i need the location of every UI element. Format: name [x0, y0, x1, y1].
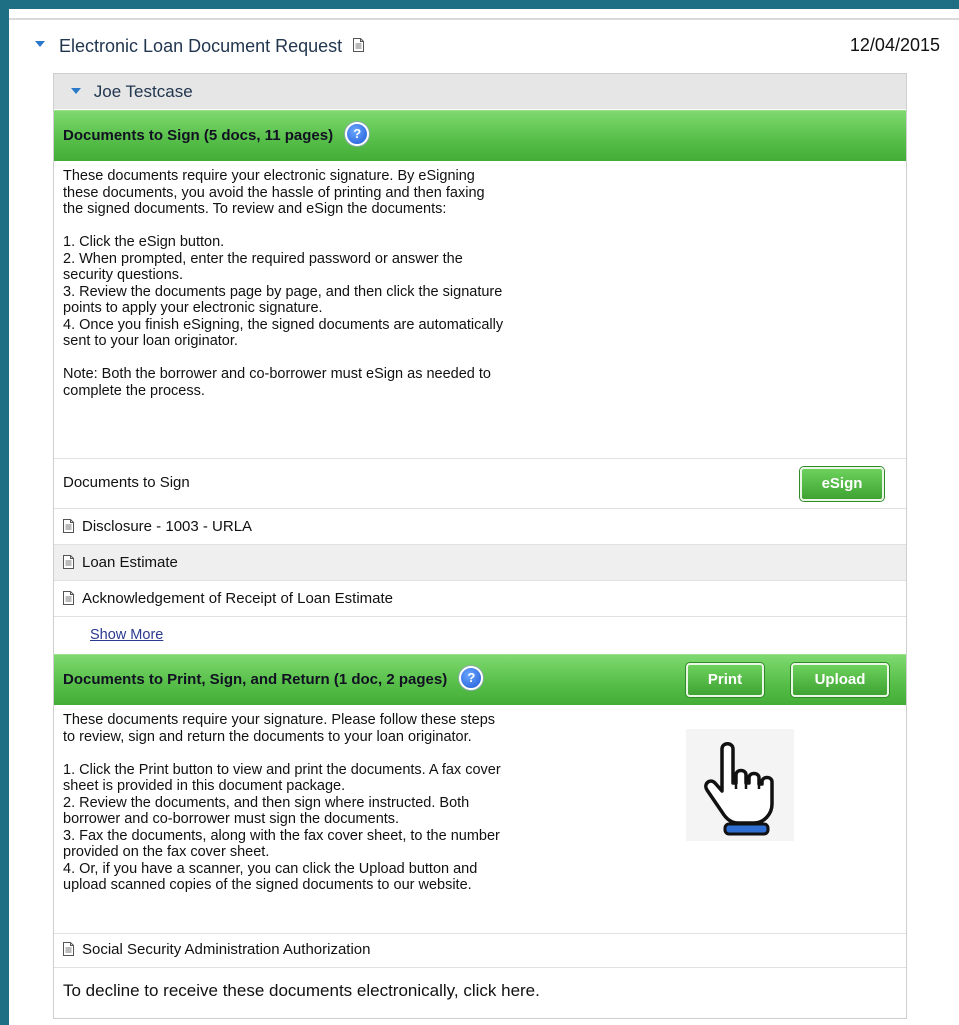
decline-row: To decline to receive these documents el… [54, 967, 906, 1018]
request-date: 12/04/2015 [849, 35, 940, 55]
document-name[interactable]: Social Security Administration Authoriza… [82, 941, 370, 958]
show-more-link[interactable]: Show More [90, 627, 163, 643]
caret-down-icon[interactable] [71, 87, 81, 94]
document-icon [63, 942, 74, 957]
esign-button[interactable]: eSign [800, 467, 884, 501]
decline-link[interactable]: To decline to receive these documents el… [63, 981, 540, 1000]
sign-instructions-text: These documents require your electronic … [63, 168, 504, 399]
document-icon [63, 591, 74, 606]
documents-to-sign-row: Documents to Sign eSign [54, 458, 906, 508]
print-section-title: Documents to Print, Sign, and Return (1 … [63, 671, 448, 688]
print-button[interactable]: Print [686, 663, 764, 697]
list-item[interactable]: Disclosure - 1003 - URLA [54, 508, 906, 544]
document-icon [63, 519, 74, 534]
list-item[interactable]: Acknowledgement of Receipt of Loan Estim… [54, 580, 906, 616]
document-name[interactable]: Acknowledgement of Receipt of Loan Estim… [82, 590, 393, 607]
loan-request-header[interactable]: Electronic Loan Document Request 12/04/2… [35, 35, 940, 57]
documents-to-sign-label: Documents to Sign [63, 474, 190, 491]
caret-down-icon[interactable] [35, 41, 45, 48]
sign-section-header: Documents to Sign (5 docs, 11 pages) ? [54, 110, 906, 161]
borrower-header[interactable]: Joe Testcase [54, 74, 906, 109]
sign-section-title: Documents to Sign (5 docs, 11 pages) [63, 127, 334, 144]
loan-request-title[interactable]: Electronic Loan Document Request [59, 36, 342, 56]
document-icon [63, 555, 74, 570]
list-item[interactable]: Loan Estimate [54, 544, 906, 580]
help-icon[interactable]: ? [459, 666, 484, 691]
help-icon[interactable]: ? [345, 122, 370, 147]
upload-button[interactable]: Upload [791, 663, 889, 697]
borrower-name: Joe Testcase [93, 82, 193, 101]
sign-instructions: These documents require your electronic … [54, 168, 906, 399]
list-item[interactable]: Social Security Administration Authoriza… [54, 933, 906, 967]
borrower-panel: Joe Testcase Documents to Sign (5 docs, … [53, 73, 907, 1019]
document-icon [353, 38, 365, 53]
print-section-header: Documents to Print, Sign, and Return (1 … [54, 654, 906, 705]
document-name[interactable]: Disclosure - 1003 - URLA [82, 518, 252, 535]
hand-pointer-cursor-icon [686, 729, 794, 841]
show-more-row: Show More [54, 616, 906, 654]
top-divider [9, 18, 959, 20]
document-name[interactable]: Loan Estimate [82, 554, 178, 571]
